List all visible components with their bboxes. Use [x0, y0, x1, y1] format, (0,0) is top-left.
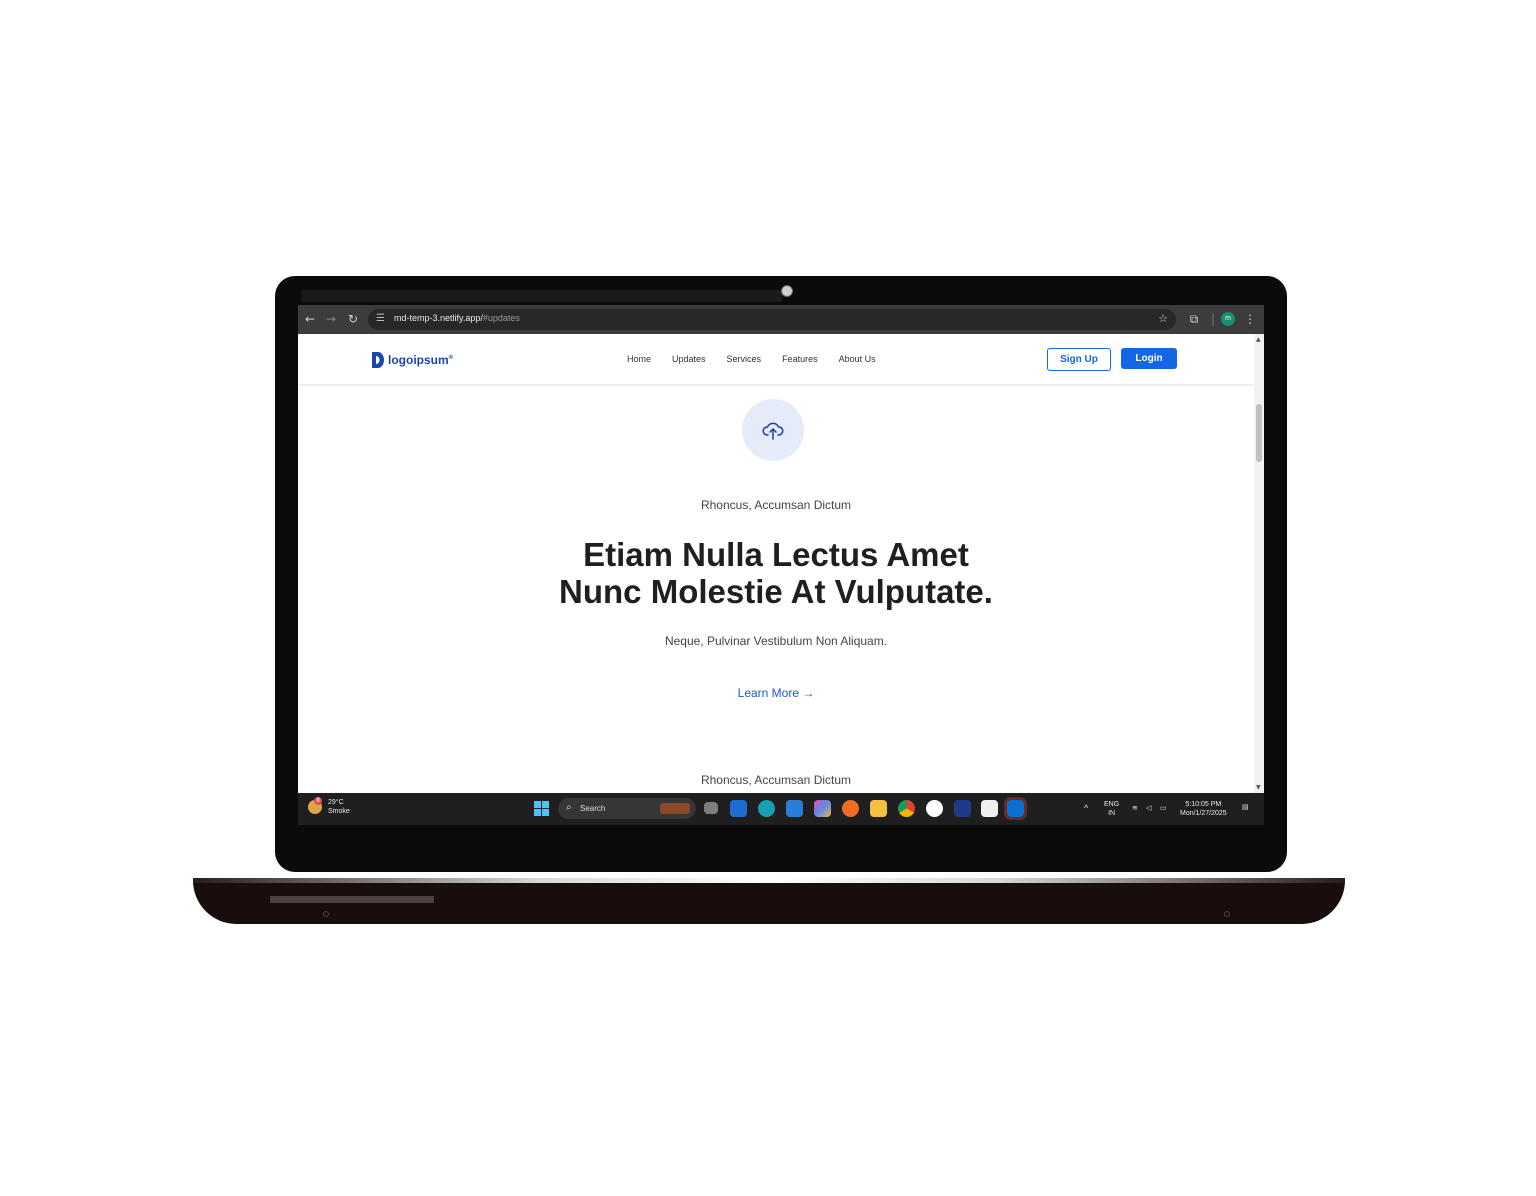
search-label: Search	[580, 804, 606, 813]
logo-text: logoipsum®	[388, 353, 453, 367]
learn-more-label: Learn More →	[737, 686, 815, 700]
profile-avatar[interactable]: m	[1221, 312, 1235, 326]
clock-date: Mon/1/27/2025	[1180, 810, 1227, 817]
edge-icon[interactable]	[758, 800, 775, 817]
file-explorer-icon[interactable]	[870, 800, 887, 817]
laptop-screen: ← → ↻ ☰ md-temp-3.netlify.app/#updates ☆…	[298, 305, 1264, 825]
battery-icon[interactable]: ▭	[1160, 804, 1167, 813]
firefox-icon[interactable]	[842, 800, 859, 817]
site-info-icon[interactable]: ☰	[376, 312, 390, 326]
volume-icon[interactable]: ◁	[1146, 804, 1151, 813]
nav-features[interactable]: Features	[782, 354, 818, 364]
url-path: #updates	[482, 313, 520, 323]
vscode-icon[interactable]	[1004, 797, 1027, 820]
chrome-profile-icon[interactable]	[926, 800, 943, 817]
base-led	[323, 911, 329, 917]
url-text: md-temp-3.netlify.app/#updates	[394, 313, 520, 323]
headline-line-2: Nunc Molestie At Vulputate.	[559, 573, 993, 610]
base-vent	[270, 896, 434, 903]
webcam	[781, 285, 793, 297]
address-bar[interactable]: ☰ md-temp-3.netlify.app/#updates ☆	[368, 309, 1176, 330]
language-code: ENG	[1104, 801, 1120, 808]
logo-wordmark: logoipsum	[388, 353, 449, 367]
section-headline: Etiam Nulla Lectus Amet Nunc Molestie At…	[298, 536, 1254, 610]
toolbar-divider: |	[1210, 312, 1216, 326]
notification-icon[interactable]: ▤	[1242, 803, 1249, 812]
clock-time: 5:10:05 PM	[1185, 801, 1222, 808]
start-tile	[534, 809, 541, 816]
chrome-icon[interactable]	[898, 800, 915, 817]
url-host: md-temp-3.netlify.app/	[394, 313, 483, 323]
base-edge	[193, 878, 1345, 883]
headline-line-1: Etiam Nulla Lectus Amet	[583, 536, 969, 573]
start-tile	[542, 801, 549, 808]
weather-widget[interactable]: 8 29°C Smoke	[308, 797, 350, 816]
extensions-icon[interactable]: ⧉	[1186, 311, 1202, 327]
l-app-icon[interactable]	[954, 800, 971, 817]
section-eyebrow: Rhoncus, Accumsan Dictum	[700, 498, 852, 512]
upload-feature-badge	[742, 399, 804, 461]
nav-services[interactable]: Services	[727, 354, 762, 364]
base-led	[1224, 911, 1230, 917]
scroll-thumb[interactable]	[1256, 404, 1262, 462]
outlook-icon[interactable]	[730, 800, 747, 817]
chevron-up-icon[interactable]: ^	[1084, 804, 1088, 813]
start-button[interactable]	[534, 801, 549, 816]
cloud-upload-icon	[762, 422, 784, 440]
search-icon: ⌕	[566, 802, 572, 813]
scroll-up-icon[interactable]: ▲	[1256, 336, 1261, 343]
learn-more-link[interactable]: Learn More →	[298, 686, 1254, 700]
weather-temp: 29°C	[328, 799, 344, 806]
section-subtitle: Neque, Pulvinar Vestibulum Non Aliquam.	[664, 634, 888, 648]
web-page: logoipsum® Home Updates Services Feature…	[298, 334, 1254, 793]
login-button[interactable]: Login	[1121, 348, 1177, 369]
clock[interactable]: 5:10:05 PM Mon/1/27/2025	[1180, 800, 1227, 818]
page-scrollbar[interactable]: ▲ ▼	[1254, 334, 1264, 793]
laptop-base	[193, 878, 1345, 924]
site-header: logoipsum® Home Updates Services Feature…	[298, 334, 1254, 384]
browser-toolbar: ← → ↻ ☰ md-temp-3.netlify.app/#updates ☆…	[298, 305, 1264, 334]
back-icon[interactable]: ←	[302, 311, 318, 327]
camera-bar	[302, 290, 782, 302]
logo-registered-mark: ®	[448, 355, 454, 361]
scroll-down-icon[interactable]: ▼	[1256, 784, 1261, 791]
start-tile	[542, 809, 549, 816]
start-tile	[534, 801, 541, 808]
nav-home[interactable]: Home	[627, 354, 651, 364]
windows-taskbar: 8 29°C Smoke ⌕ Search ^ ENG IN ≋ ◁ ▭ 5:1…	[298, 793, 1264, 825]
menu-kebab-icon[interactable]: ⋮	[1242, 311, 1258, 327]
weather-text: 29°C Smoke	[328, 798, 350, 816]
search-highlight-image	[660, 803, 690, 814]
logo-mark-icon	[372, 352, 384, 368]
bookmark-star-icon[interactable]: ☆	[1158, 312, 1168, 325]
sign-up-button[interactable]: Sign Up	[1047, 348, 1111, 371]
copilot-icon[interactable]	[814, 800, 831, 817]
region-code: IN	[1108, 810, 1116, 817]
nav-about-us[interactable]: About Us	[839, 354, 876, 364]
forward-icon[interactable]: →	[323, 311, 339, 327]
store-icon[interactable]	[981, 800, 998, 817]
site-logo[interactable]: logoipsum®	[370, 351, 453, 369]
health-app-icon[interactable]	[786, 800, 803, 817]
task-view-icon[interactable]	[704, 802, 718, 814]
weather-desc: Smoke	[328, 808, 350, 815]
weather-badge: 8	[314, 797, 322, 805]
nav-updates[interactable]: Updates	[672, 354, 706, 364]
main-nav: Home Updates Services Features About Us	[627, 354, 876, 364]
language-indicator[interactable]: ENG IN	[1104, 800, 1119, 818]
reload-icon[interactable]: ↻	[345, 311, 361, 327]
weather-icon: 8	[308, 797, 322, 814]
wifi-icon[interactable]: ≋	[1132, 804, 1138, 813]
taskbar-search[interactable]: ⌕ Search	[558, 798, 696, 819]
section-eyebrow-2: Rhoncus, Accumsan Dictum	[700, 773, 852, 787]
